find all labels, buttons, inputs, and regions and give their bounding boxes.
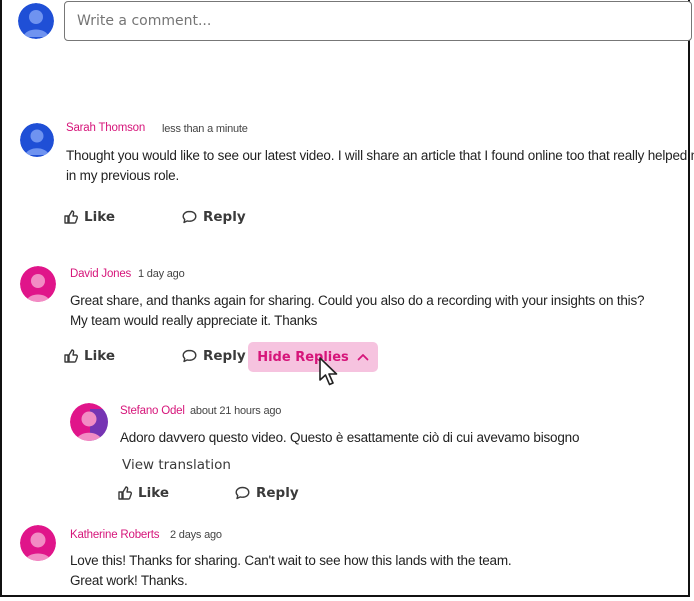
comment-text-line: Great share, and thanks again for sharin… (70, 293, 645, 308)
mouse-cursor-icon (319, 357, 338, 386)
thumbs-up-icon (64, 349, 78, 363)
comment-author[interactable]: Katherine Roberts (70, 529, 159, 541)
thumbs-up-icon (118, 486, 132, 500)
like-button[interactable]: Like (64, 348, 115, 364)
comments-panel: Sarah Thomson less than a minute Thought… (0, 0, 694, 597)
speech-bubble-icon (182, 210, 197, 224)
like-button[interactable]: Like (118, 485, 169, 501)
reply-label: Reply (203, 348, 246, 364)
comment-author[interactable]: David Jones (70, 268, 131, 280)
comment-text-line: Love this! Thanks for sharing. Can't wai… (70, 553, 512, 568)
reply-label: Reply (256, 485, 299, 501)
comment-text: Love this! Thanks for sharing. Can't wai… (70, 551, 512, 591)
comment-text-line: Thought you would like to see our latest… (66, 148, 694, 163)
thumbs-up-icon (64, 210, 78, 224)
reply-button[interactable]: Reply (182, 209, 246, 225)
reply-button[interactable]: Reply (235, 485, 299, 501)
comment-text-line: My team would really appreciate it. Than… (70, 313, 318, 328)
reply-text: Adoro davvero questo video. Questo è esa… (120, 428, 579, 448)
speech-bubble-icon (235, 486, 250, 500)
avatar (70, 403, 108, 441)
comment-timestamp: 1 day ago (138, 268, 185, 280)
like-button[interactable]: Like (64, 209, 115, 225)
speech-bubble-icon (182, 349, 197, 363)
like-label: Like (84, 209, 116, 225)
current-user-avatar (18, 3, 54, 39)
avatar (20, 123, 54, 157)
reply-text-line: Adoro davvero questo video. Questo è esa… (120, 430, 580, 445)
comment-text-line: in my previous role. (66, 168, 180, 183)
comment-text: Thought you would like to see our latest… (66, 146, 694, 186)
avatar (20, 266, 56, 302)
reply-label: Reply (203, 209, 246, 225)
comment-input[interactable] (64, 1, 692, 41)
like-label: Like (84, 348, 116, 364)
chevron-up-icon (357, 354, 369, 361)
like-label: Like (138, 485, 170, 501)
comment-author[interactable]: Sarah Thomson (66, 122, 145, 134)
comment-text-line: Great work! Thanks. (70, 573, 188, 588)
reply-author[interactable]: Stefano Odel (120, 405, 185, 417)
comment-timestamp: less than a minute (162, 123, 248, 135)
comment-timestamp: 2 days ago (170, 529, 222, 541)
reply-timestamp: about 21 hours ago (190, 405, 282, 417)
view-translation-link[interactable]: View translation (122, 457, 231, 473)
avatar (20, 525, 56, 561)
reply-button[interactable]: Reply (182, 348, 246, 364)
hide-replies-button[interactable]: Hide Replies (248, 342, 378, 372)
comment-text: Great share, and thanks again for sharin… (70, 291, 645, 331)
